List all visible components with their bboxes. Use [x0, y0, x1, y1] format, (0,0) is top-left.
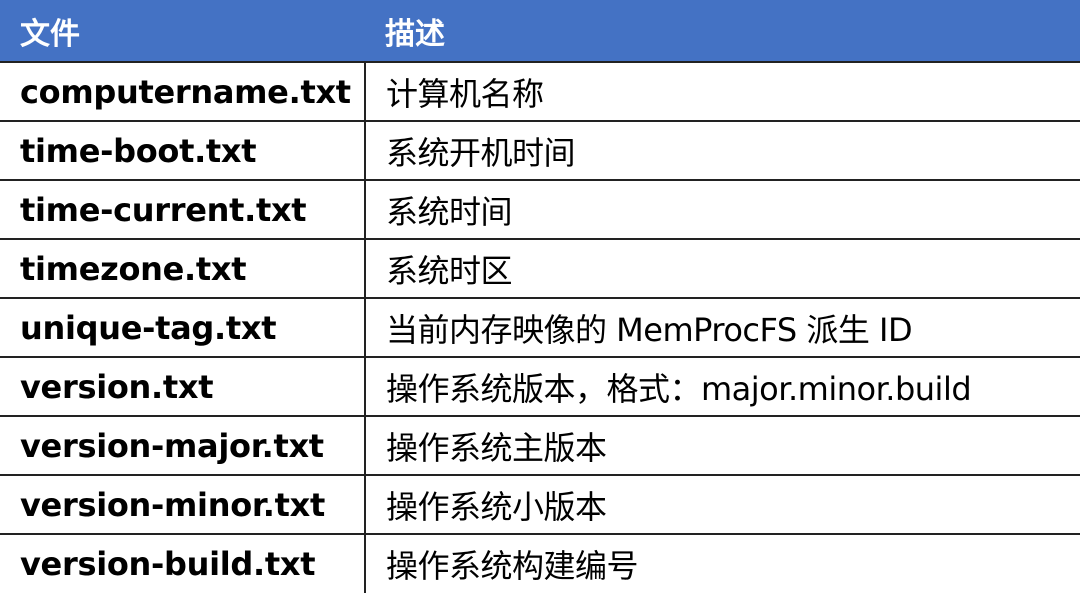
file-name-cell: version-build.txt	[0, 533, 366, 593]
table-row: version-build.txt 操作系统构建编号	[0, 533, 1080, 593]
table-row: version-major.txt 操作系统主版本	[0, 415, 1080, 476]
table-body: computername.txt 计算机名称 time-boot.txt 系统开…	[0, 61, 1080, 593]
header-file: 文件	[0, 0, 365, 63]
file-name-cell: version-major.txt	[0, 415, 366, 476]
table-row: version-minor.txt 操作系统小版本	[0, 474, 1080, 535]
table-header: 文件 描述	[0, 0, 1080, 63]
header-description: 描述	[365, 0, 1080, 63]
description-cell: 计算机名称	[364, 61, 1080, 122]
table-row: time-current.txt 系统时间	[0, 179, 1080, 240]
description-cell: 系统时区	[364, 238, 1080, 299]
table-row: computername.txt 计算机名称	[0, 61, 1080, 122]
file-name-cell: version.txt	[0, 356, 366, 417]
file-name-cell: time-boot.txt	[0, 120, 366, 181]
file-name-cell: computername.txt	[0, 61, 366, 122]
table-row: time-boot.txt 系统开机时间	[0, 120, 1080, 181]
description-cell: 操作系统主版本	[364, 415, 1080, 476]
table-row: unique-tag.txt 当前内存映像的 MemProcFS 派生 ID	[0, 297, 1080, 358]
description-cell: 操作系统版本，格式：major.minor.build	[364, 356, 1080, 417]
header-row: 文件 描述	[0, 0, 1080, 63]
description-cell: 操作系统构建编号	[364, 533, 1080, 593]
description-cell: 系统时间	[364, 179, 1080, 240]
description-cell: 当前内存映像的 MemProcFS 派生 ID	[364, 297, 1080, 358]
table-row: version.txt 操作系统版本，格式：major.minor.build	[0, 356, 1080, 417]
table-row: timezone.txt 系统时区	[0, 238, 1080, 299]
file-name-cell: timezone.txt	[0, 238, 366, 299]
description-cell: 系统开机时间	[364, 120, 1080, 181]
file-name-cell: time-current.txt	[0, 179, 366, 240]
file-name-cell: version-minor.txt	[0, 474, 366, 535]
file-name-cell: unique-tag.txt	[0, 297, 366, 358]
description-cell: 操作系统小版本	[364, 474, 1080, 535]
file-description-table: 文件 描述 computername.txt 计算机名称 time-boot.t…	[0, 0, 1080, 593]
